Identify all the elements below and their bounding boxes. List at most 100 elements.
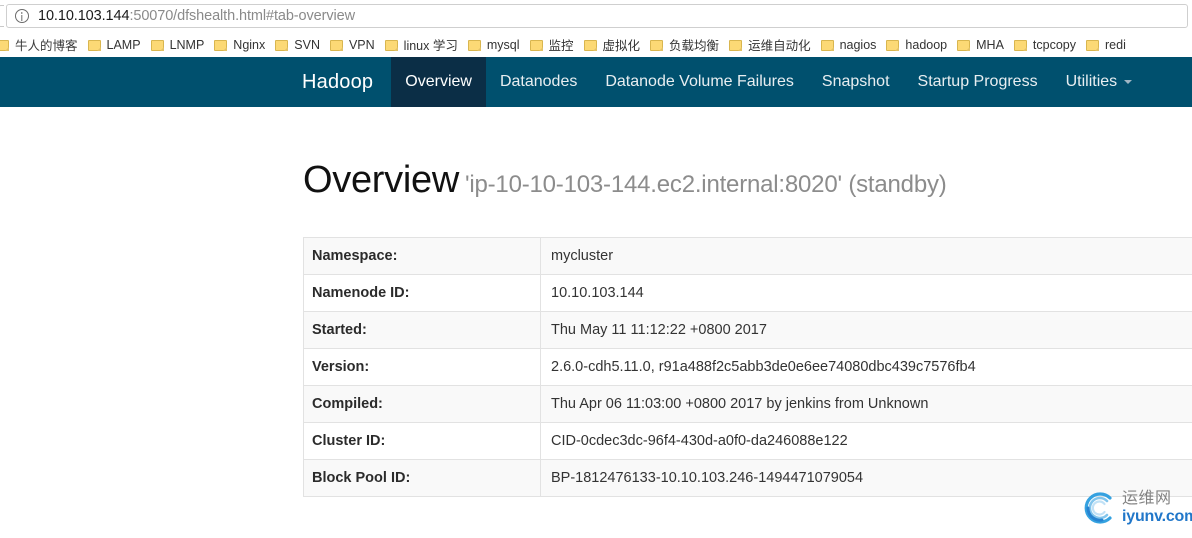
address-bar-text: 10.10.103.144:50070/dfshealth.html#tab-o…	[38, 8, 355, 24]
site-watermark: 运维网 iyunv.com	[1080, 482, 1192, 534]
folder-icon	[583, 39, 597, 51]
nav-tab-datanodes[interactable]: Datanodes	[486, 57, 591, 107]
table-row: Version: 2.6.0-cdh5.11.0, r91a488f2c5abb…	[303, 348, 1192, 386]
nav-tab-startup-progress-label: Startup Progress	[917, 73, 1038, 90]
page-title-subtitle: 'ip-10-10-103-144.ec2.internal:8020' (st…	[464, 171, 947, 198]
bookmark-item[interactable]: 虚拟化	[579, 34, 646, 56]
overview-info-table: Namespace: mycluster Namenode ID: 10.10.…	[303, 237, 1192, 497]
table-cell-key: Namespace:	[303, 237, 541, 275]
nav-tab-utilities[interactable]: Utilities	[1052, 57, 1147, 107]
swirl-logo-icon	[1084, 492, 1112, 524]
bookmark-label: hadoop	[905, 37, 948, 52]
folder-icon	[650, 39, 664, 51]
bookmark-item[interactable]: nagios	[816, 34, 882, 56]
table-cell-value: 10.10.103.144	[540, 274, 1192, 312]
folder-icon	[1013, 39, 1027, 51]
watermark-en-label: iyunv.com	[1122, 507, 1192, 525]
url-host: 10.10.103.144	[38, 8, 130, 24]
bookmark-label: MHA	[976, 37, 1004, 52]
table-cell-key: Cluster ID:	[303, 422, 541, 460]
folder-icon	[729, 39, 743, 51]
table-cell-value: CID-0cdec3dc-96f4-430d-a0f0-da246088e122	[540, 422, 1192, 460]
bookmark-item[interactable]: LNMP	[146, 34, 210, 56]
nav-tab-datanode-volume-failures-label: Datanode Volume Failures	[605, 73, 794, 90]
bookmark-label: Nginx	[233, 37, 266, 52]
table-row: Namenode ID: 10.10.103.144	[303, 274, 1192, 312]
folder-icon	[329, 39, 343, 51]
bookmark-item[interactable]: SVN	[270, 34, 325, 56]
folder-icon	[0, 39, 9, 51]
bookmark-item[interactable]: VPN	[325, 34, 380, 56]
bookmark-item[interactable]: Nginx	[209, 34, 270, 56]
nav-tab-snapshot-label: Snapshot	[821, 73, 890, 90]
bookmark-item[interactable]: 监控	[525, 34, 579, 56]
navbar-brand-hadoop[interactable]: Hadoop	[284, 57, 391, 107]
folder-icon	[87, 39, 101, 51]
folder-icon	[529, 39, 543, 51]
folder-icon	[467, 39, 481, 51]
info-circle-icon[interactable]	[15, 9, 29, 23]
browser-chrome: 10.10.103.144:50070/dfshealth.html#tab-o…	[0, 0, 1192, 57]
nav-tab-startup-progress[interactable]: Startup Progress	[904, 57, 1052, 107]
url-path: :50070/dfshealth.html#tab-overview	[129, 8, 355, 24]
nav-tab-overview-label: Overview	[405, 73, 472, 90]
table-cell-value: mycluster	[540, 237, 1192, 275]
bookmark-label: 运维自动化	[748, 39, 811, 53]
table-row: Started: Thu May 11 11:12:22 +0800 2017	[303, 311, 1192, 349]
content-area: Overview'ip-10-10-103-144.ec2.internal:8…	[0, 107, 1192, 497]
bookmark-label: tcpcopy	[1032, 37, 1077, 52]
bookmark-item[interactable]: linux 学习	[380, 34, 463, 56]
bookmark-label: nagios	[839, 37, 877, 52]
nav-tab-overview[interactable]: Overview	[391, 57, 486, 107]
folder-icon	[1086, 39, 1100, 51]
table-cell-value: Thu May 11 11:12:22 +0800 2017	[540, 311, 1192, 349]
table-cell-value: 2.6.0-cdh5.11.0, r91a488f2c5abb3de0e6ee7…	[540, 348, 1192, 386]
table-cell-value: Thu Apr 06 11:03:00 +0800 2017 by jenkin…	[540, 385, 1192, 423]
bookmark-item[interactable]: 牛人的博客	[0, 34, 83, 56]
table-row: Namespace: mycluster	[303, 237, 1192, 275]
bookmarks-bar: 牛人的博客 LAMP LNMP Nginx SVN VPN linux 学习 m…	[0, 32, 1192, 57]
table-cell-key: Compiled:	[303, 385, 541, 423]
bookmark-label: 虚拟化	[602, 39, 641, 53]
page-title-main: Overview	[303, 159, 459, 201]
bookmark-label: 负载均衡	[669, 39, 720, 53]
folder-icon	[820, 39, 834, 51]
bookmark-label: 监控	[548, 39, 574, 53]
nav-tab-datanodes-label: Datanodes	[499, 73, 578, 90]
page-viewport: Hadoop Overview Datanodes Datanode Volum…	[0, 57, 1192, 538]
page-title: Overview'ip-10-10-103-144.ec2.internal:8…	[303, 107, 1192, 202]
bookmark-item[interactable]: MHA	[952, 34, 1009, 56]
bookmark-label: mysql	[486, 37, 520, 52]
table-row: Compiled: Thu Apr 06 11:03:00 +0800 2017…	[303, 385, 1192, 423]
bookmark-label: LNMP	[169, 37, 205, 52]
folder-icon	[214, 39, 228, 51]
nav-tab-snapshot[interactable]: Snapshot	[808, 57, 904, 107]
chevron-down-icon	[1124, 80, 1133, 84]
main-navbar: Hadoop Overview Datanodes Datanode Volum…	[0, 57, 1192, 107]
bookmark-label: LAMP	[106, 37, 141, 52]
table-row: Cluster ID: CID-0cdec3dc-96f4-430d-a0f0-…	[303, 422, 1192, 460]
nav-tab-utilities-label: Utilities	[1065, 73, 1118, 90]
table-row: Block Pool ID: BP-1812476133-10.10.103.2…	[303, 459, 1192, 497]
table-cell-key: Version:	[303, 348, 541, 386]
bookmark-label: linux 学习	[403, 39, 458, 53]
bookmark-item[interactable]: mysql	[463, 34, 525, 56]
nav-tab-datanode-volume-failures[interactable]: Datanode Volume Failures	[591, 57, 808, 107]
bookmark-item[interactable]: redi	[1081, 34, 1131, 56]
bookmark-item[interactable]: LAMP	[83, 34, 146, 56]
bookmark-item[interactable]: 负载均衡	[645, 34, 724, 56]
table-cell-key: Namenode ID:	[303, 274, 541, 312]
bookmark-item[interactable]: hadoop	[881, 34, 952, 56]
folder-icon	[384, 39, 398, 51]
folder-icon	[886, 39, 900, 51]
bookmark-label: 牛人的博客	[15, 39, 78, 53]
bookmark-item[interactable]: tcpcopy	[1009, 34, 1081, 56]
address-bar[interactable]: 10.10.103.144:50070/dfshealth.html#tab-o…	[6, 4, 1188, 28]
table-cell-key: Started:	[303, 311, 541, 349]
bookmark-label: redi	[1105, 37, 1126, 52]
table-cell-key: Block Pool ID:	[303, 459, 541, 497]
watermark-cn-label: 运维网	[1122, 489, 1172, 507]
address-bar-row: 10.10.103.144:50070/dfshealth.html#tab-o…	[0, 0, 1192, 32]
bookmark-label: VPN	[348, 37, 375, 52]
bookmark-item[interactable]: 运维自动化	[724, 34, 816, 56]
